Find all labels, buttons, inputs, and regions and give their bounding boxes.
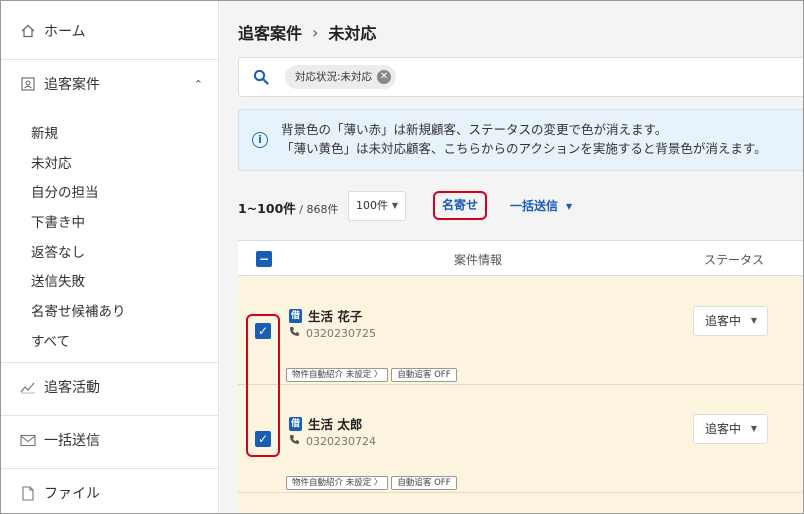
- info-line-2: 「薄い黄色」は未対応顧客、こちらからのアクションを実施すると背景色が消えます。: [281, 141, 767, 156]
- caret-down-icon: ▼: [566, 202, 573, 211]
- sidebar-item-label: 追客活動: [44, 380, 100, 396]
- table-row[interactable]: ✓ 借 生活 太郎 0320230724 物件自動紹介 未設定 〉 自動追客 O…: [238, 385, 803, 493]
- phone-number: 0320230725: [306, 326, 376, 340]
- caret-down-icon: ▼: [391, 201, 398, 210]
- sidebar-item-label: 一括送信: [44, 433, 100, 449]
- bulk-send-label: 一括送信: [510, 199, 559, 213]
- person-card-icon: [19, 75, 37, 93]
- bulk-send-button[interactable]: 一括送信 ▼: [510, 197, 572, 214]
- status-select[interactable]: 追客中 ▼: [693, 306, 768, 336]
- caret-down-icon: ▼: [750, 424, 757, 433]
- status-value: 追客中: [705, 422, 742, 436]
- auto-followup-tag: 自動追客 OFF: [391, 368, 457, 382]
- sidebar-item-customer-cases[interactable]: 追客案件 ⌃: [1, 74, 219, 94]
- filter-chip-label: 対応状況:未対応: [295, 71, 373, 83]
- phone-icon: [289, 434, 300, 448]
- app-frame: ホーム 追客案件 ⌃ 新規 未対応 自分の担当 下書き中 返答なし 送信失敗 名…: [0, 0, 804, 514]
- phone-line: 0320230724: [289, 434, 376, 448]
- column-header-case-info: 案件情報: [454, 253, 503, 267]
- column-header-status: ステータス: [704, 253, 765, 267]
- search-bar[interactable]: 対応状況:未対応 ✕: [238, 57, 803, 97]
- status-select[interactable]: 追客中 ▼: [693, 414, 768, 444]
- sidebar-item-label: 追客案件: [44, 77, 100, 93]
- tags: 物件自動紹介 未設定 〉 自動追客 OFF: [286, 476, 457, 490]
- sidebar-divider: [1, 59, 219, 60]
- sidebar-subitem-all[interactable]: すべて: [31, 330, 70, 350]
- activity-chart-icon: [19, 378, 37, 396]
- sidebar-subitem-drafts[interactable]: 下書き中: [31, 211, 85, 231]
- sidebar-subitem-new[interactable]: 新規: [31, 122, 58, 142]
- info-line-1: 背景色の「薄い赤」は新規顧客、ステータスの変更で色が消えます。: [281, 122, 668, 137]
- customer-name[interactable]: 生活 花子: [308, 306, 362, 325]
- breadcrumb-parent[interactable]: 追客案件: [238, 20, 302, 44]
- result-range: 1~100件: [238, 201, 296, 216]
- file-icon: [19, 484, 37, 502]
- sidebar: ホーム 追客案件 ⌃ 新規 未対応 自分の担当 下書き中 返答なし 送信失敗 名…: [1, 1, 219, 513]
- checkbox-highlight-box: [246, 314, 280, 457]
- list-toolbar: 1~100件 / 868件 100件 ▼ 名寄せ 一括送信 ▼: [238, 191, 803, 221]
- table-row[interactable]: [238, 493, 803, 513]
- per-page-value: 100件: [356, 199, 388, 212]
- select-all-checkbox[interactable]: −: [256, 251, 272, 267]
- sidebar-item-files[interactable]: ファイル: [1, 483, 219, 503]
- sidebar-subitem-send-failed[interactable]: 送信失敗: [31, 270, 85, 290]
- mail-icon: [19, 431, 37, 449]
- sidebar-divider: [1, 362, 219, 363]
- sidebar-divider: [1, 415, 219, 416]
- sidebar-item-label: ファイル: [44, 486, 100, 502]
- tags: 物件自動紹介 未設定 〉 自動追客 OFF: [286, 368, 457, 382]
- auto-introduce-tag[interactable]: 物件自動紹介 未設定 〉: [286, 368, 389, 382]
- rent-badge: 借: [289, 308, 302, 323]
- breadcrumb-separator: ›: [312, 22, 319, 42]
- sidebar-item-label: ホーム: [44, 24, 86, 40]
- table-header: − 案件情報 ステータス: [238, 240, 803, 276]
- home-icon: [19, 22, 37, 40]
- chevron-up-icon[interactable]: ⌃: [194, 78, 203, 91]
- sidebar-subitem-unhandled[interactable]: 未対応: [31, 152, 72, 172]
- customer-name-line: 借 生活 花子: [289, 306, 362, 325]
- search-icon[interactable]: [253, 69, 269, 89]
- sidebar-item-bulk-send[interactable]: 一括送信: [1, 430, 219, 450]
- table-row[interactable]: ✓ 借 生活 花子 0320230725 物件自動紹介 未設定 〉 自動追客 O…: [238, 277, 803, 385]
- sidebar-item-activity[interactable]: 追客活動: [1, 377, 219, 397]
- auto-introduce-tag[interactable]: 物件自動紹介 未設定 〉: [286, 476, 389, 490]
- main-content: 追客案件 › 未対応 対応状況:未対応 ✕ i 背景色の「薄い赤」は新規顧客、ス…: [220, 1, 803, 513]
- breadcrumb-current: 未対応: [328, 24, 377, 43]
- result-count: 1~100件 / 868件: [238, 198, 338, 217]
- customer-name[interactable]: 生活 太郎: [308, 414, 362, 433]
- filter-chip[interactable]: 対応状況:未対応 ✕: [285, 65, 397, 89]
- phone-number: 0320230724: [306, 434, 376, 448]
- caret-down-icon: ▼: [750, 316, 757, 325]
- auto-followup-tag: 自動追客 OFF: [391, 476, 457, 490]
- phone-line: 0320230725: [289, 326, 376, 340]
- sidebar-divider: [1, 468, 219, 469]
- close-icon[interactable]: ✕: [377, 70, 392, 84]
- sidebar-subitem-nayose-candidates[interactable]: 名寄せ候補あり: [31, 300, 126, 320]
- sidebar-subitem-no-reply[interactable]: 返答なし: [31, 241, 85, 261]
- phone-icon: [289, 326, 300, 340]
- info-icon: i: [252, 132, 268, 148]
- per-page-select[interactable]: 100件 ▼: [348, 191, 406, 221]
- status-value: 追客中: [705, 314, 742, 328]
- customer-name-line: 借 生活 太郎: [289, 414, 362, 433]
- rent-badge: 借: [289, 416, 302, 431]
- result-total: / 868件: [295, 203, 339, 216]
- info-text: 背景色の「薄い赤」は新規顧客、ステータスの変更で色が消えます。 「薄い黄色」は未…: [281, 120, 767, 158]
- sidebar-item-home[interactable]: ホーム: [1, 21, 219, 41]
- info-banner: i 背景色の「薄い赤」は新規顧客、ステータスの変更で色が消えます。 「薄い黄色」…: [238, 109, 803, 171]
- nayose-button[interactable]: 名寄せ: [433, 191, 487, 220]
- sidebar-subitem-mine[interactable]: 自分の担当: [31, 181, 99, 201]
- breadcrumb: 追客案件 › 未対応: [238, 20, 376, 44]
